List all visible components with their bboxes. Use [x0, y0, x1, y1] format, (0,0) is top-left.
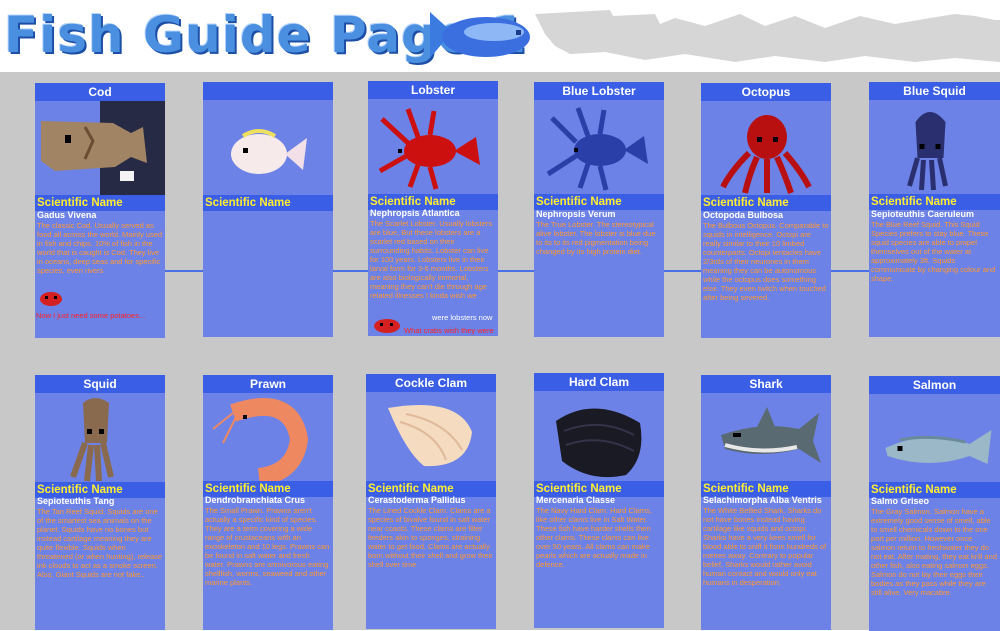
latin-name: Salmo Griseo: [871, 496, 930, 506]
card-blue-squid[interactable]: Blue Squid Scientific Name Sepioteuthis …: [869, 82, 1000, 337]
card-blue-lobster[interactable]: Blue Lobster Scientific Name Nephropsis …: [534, 82, 664, 337]
card-hard-clam[interactable]: Hard Clam Scientific Name Mercenaria Cla…: [534, 373, 664, 628]
scientific-name-label: Scientific Name: [534, 194, 664, 210]
card-lobster[interactable]: Lobster Scientific Name Nephropsis Atlan…: [368, 81, 498, 336]
card-title: Octopus: [701, 83, 831, 101]
description: The Small Prawn. Prawns aren't actually …: [205, 506, 330, 587]
description: The Bulbous Octopus. Comparable to squid…: [703, 221, 829, 302]
description: The Tan Reef Squid. Squids are one of th…: [37, 507, 163, 579]
latin-name: Gadus Vivena: [37, 210, 97, 220]
latin-name: Nephropsis Atlantica: [370, 208, 460, 218]
hard-clam-icon: [556, 408, 642, 478]
card-title: Blue Lobster: [534, 82, 664, 100]
card-pufferfish[interactable]: Scientific Name: [203, 82, 333, 337]
blue-lobster-icon: [546, 107, 648, 191]
latin-name: Octopoda Bulbosa: [703, 210, 784, 220]
card-prawn[interactable]: Prawn Scientific Name Dendrobranchiata C…: [203, 375, 333, 630]
crab-icon: [40, 292, 62, 306]
card-title: Shark: [701, 375, 831, 393]
note-text: were lobsters now: [432, 313, 493, 322]
shark-icon: [721, 407, 821, 463]
latin-name: Selachimorpha Alba Ventris: [703, 495, 822, 505]
description: The Gray Salmon. Salmon have a extremely…: [871, 507, 997, 597]
card-title: [203, 82, 333, 100]
card-squid[interactable]: Squid Scientific Name Sepioteuthis Tang …: [35, 375, 165, 630]
description: The White Bellied Shark. Sharks do not h…: [703, 506, 827, 587]
note-text: What crabs wish they were: [404, 326, 494, 335]
latin-name: Dendrobranchiata Crus: [205, 495, 306, 505]
header: Fish Guide Page 1: [0, 0, 1000, 72]
description: The Scarlet Lobster. Usually lobsters ar…: [370, 219, 493, 300]
description: The Navy Hard Clam. Hard Clams, like oth…: [536, 506, 652, 569]
fish-logo-icon: [430, 12, 530, 58]
note-text: Now I just need some potatoes...: [36, 311, 146, 320]
blue-squid-icon: [907, 112, 948, 191]
card-title: Cockle Clam: [366, 374, 496, 392]
salmon-icon: [885, 430, 992, 464]
card-title: Blue Squid: [869, 82, 1000, 100]
description: The classic Cod. Usually served as food …: [37, 221, 163, 275]
latin-name: Nephropsis Verum: [536, 209, 616, 219]
divider-line: [36, 270, 1000, 272]
scientific-name-label: Scientific Name: [203, 195, 333, 211]
latin-name: Cerastoderma Pallidus: [368, 495, 466, 505]
red-lobster-icon: [378, 108, 480, 190]
prawn-icon: [212, 397, 309, 486]
latin-name: Sepioteuthis Caeruleum: [871, 209, 975, 219]
cod-icon: [35, 101, 165, 195]
tan-squid-icon: [70, 398, 114, 482]
cockle-clam-icon: [388, 405, 472, 467]
card-title: Salmon: [869, 376, 1000, 394]
card-title: Lobster: [368, 81, 498, 99]
description: The Lined Cockle Clam. Clams are a speci…: [368, 506, 493, 569]
card-shark[interactable]: Shark Scientific Name Selachimorpha Alba…: [701, 375, 831, 630]
octopus-icon: [720, 115, 812, 194]
card-title: Hard Clam: [534, 373, 664, 391]
card-title: Prawn: [203, 375, 333, 393]
scientific-name-label: Scientific Name: [35, 195, 165, 211]
card-cod[interactable]: Cod Scientific Name Gadus Vivena The cla…: [35, 83, 165, 338]
description: The Blue Reef Squid. This Squid Species …: [871, 220, 996, 283]
card-title: Cod: [35, 83, 165, 101]
card-cockle-clam[interactable]: Cockle Clam Scientific Name Cerastoderma…: [366, 374, 496, 629]
cloud-icon: [535, 10, 1000, 62]
scientific-name-label: Scientific Name: [701, 195, 831, 211]
card-octopus[interactable]: Octopus Scientific Name Octopoda Bulbosa…: [701, 83, 831, 338]
scientific-name-label: Scientific Name: [869, 194, 1000, 210]
latin-name: Sepioteuthis Tang: [37, 496, 115, 506]
card-title: Squid: [35, 375, 165, 393]
pufferfish-icon: [231, 129, 307, 174]
description: The True Lobster. The stereotypical aliv…: [536, 220, 656, 256]
crab-icon: [374, 319, 400, 333]
latin-name: Mercenaria Classe: [536, 495, 616, 505]
card-salmon[interactable]: Salmon Scientific Name Salmo Griseo The …: [869, 376, 1000, 631]
